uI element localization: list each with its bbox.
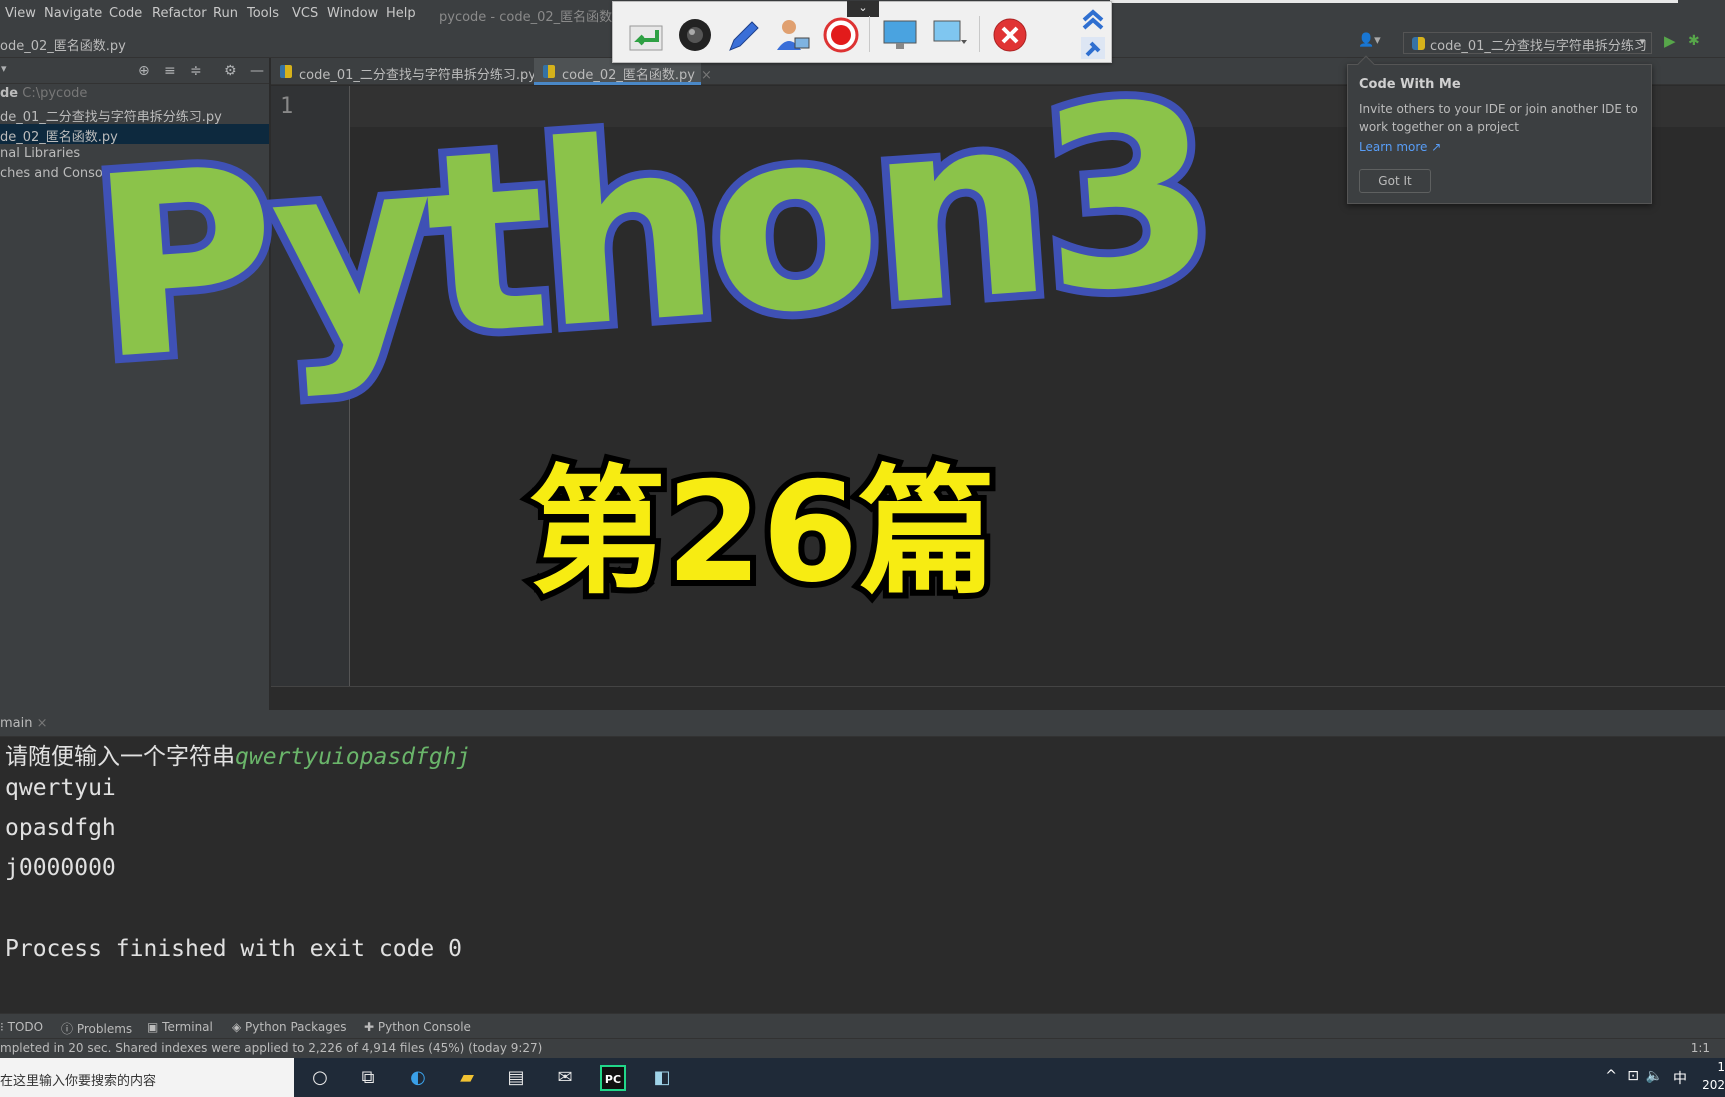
file-explorer-icon[interactable]: ▰ bbox=[454, 1065, 480, 1091]
expand-all-icon[interactable]: ≡ bbox=[164, 63, 176, 79]
tab-run-main[interactable]: main × bbox=[0, 716, 48, 731]
menu-window[interactable]: Window bbox=[327, 6, 378, 21]
debug-icon[interactable]: ✱ bbox=[1688, 33, 1700, 49]
gear-icon[interactable]: ⚙ bbox=[224, 63, 237, 79]
pycharm-icon[interactable]: PC bbox=[600, 1065, 626, 1091]
python-icon bbox=[1412, 37, 1425, 50]
tab-problems[interactable]: ⓘ Problems bbox=[61, 1020, 132, 1037]
popup-title: Code With Me bbox=[1359, 77, 1461, 92]
menu-vcs[interactable]: VCS bbox=[292, 6, 318, 21]
window-title: pycode - code_02_匿名函数.py bbox=[439, 10, 633, 25]
user-icon[interactable]: 👤▾ bbox=[1358, 33, 1386, 53]
tree-root[interactable]: de C:\pycode bbox=[0, 84, 269, 104]
clock-date[interactable]: 202 bbox=[1702, 1078, 1725, 1092]
editor-bottom-area bbox=[271, 686, 1725, 710]
console-input: qwertyuiopasdfghj bbox=[235, 744, 471, 770]
run-console[interactable]: 请随便输入一个字符串qwertyuiopasdfghj qwertyui opa… bbox=[0, 737, 1725, 1013]
caret-position[interactable]: 1:1 bbox=[1691, 1041, 1710, 1055]
tab-terminal[interactable]: ▣ Terminal bbox=[147, 1020, 213, 1034]
overlay-title: Python3 bbox=[76, 39, 1226, 423]
status-message: mpleted in 20 sec. Shared indexes were a… bbox=[0, 1041, 543, 1055]
volume-icon[interactable]: 🔈 bbox=[1646, 1068, 1663, 1084]
mail-icon[interactable]: ✉ bbox=[552, 1065, 578, 1091]
os-taskbar: 在这里输入你要搜索的内容 ○ ⧉ ◐ ▰ ▤ ✉ PC ◧ ^ ⊡ 🔈 中 1 … bbox=[0, 1058, 1725, 1097]
menu-tools[interactable]: Tools bbox=[247, 6, 279, 21]
toolbar-divider bbox=[869, 16, 870, 52]
console-exit-line: Process finished with exit code 0 bbox=[5, 936, 462, 962]
learn-more-link[interactable]: Learn more ↗ bbox=[1359, 140, 1441, 154]
toolbar-divider bbox=[979, 16, 980, 52]
menu-view[interactable]: View bbox=[5, 6, 36, 21]
pin-icon[interactable] bbox=[1079, 35, 1107, 61]
cortana-icon[interactable]: ○ bbox=[307, 1065, 333, 1091]
chevron-down-icon: ▾ bbox=[1639, 35, 1645, 48]
layers-icon: ◈ bbox=[232, 1020, 246, 1034]
collapse-all-icon[interactable]: ≑ bbox=[190, 63, 202, 79]
breadcrumb[interactable]: ode_02_匿名函数.py bbox=[0, 35, 126, 54]
network-icon[interactable]: ⊡ bbox=[1627, 1068, 1639, 1084]
project-dropdown-icon[interactable]: ▾ bbox=[1, 62, 7, 75]
console-output-line: opasdfgh bbox=[5, 815, 116, 841]
run-config-label: code_01_二分查找与字符串拆分练习 bbox=[1430, 39, 1647, 54]
chevron-down-icon[interactable]: ⌄ bbox=[847, 1, 879, 17]
record-icon[interactable] bbox=[822, 16, 860, 54]
tab-python-packages[interactable]: ◈ Python Packages bbox=[232, 1020, 346, 1034]
run-panel-tabs: main × bbox=[0, 710, 1725, 737]
tab-code-01[interactable]: code_01_二分查找与字符串拆分练习.py× bbox=[271, 58, 553, 85]
task-view-icon[interactable]: ⧉ bbox=[355, 1065, 381, 1091]
popup-body: Invite others to your IDE or join anothe… bbox=[1359, 102, 1638, 134]
store-icon[interactable]: ▤ bbox=[503, 1065, 529, 1091]
tool-window-bar: ⁝ TODO ⓘ Problems ▣ Terminal ◈ Python Pa… bbox=[0, 1013, 1725, 1038]
console-output-line: j0000000 bbox=[5, 855, 116, 881]
tree-root-path: C:\pycode bbox=[22, 86, 88, 101]
notepad-icon[interactable]: ◧ bbox=[649, 1065, 675, 1091]
close-icon[interactable] bbox=[991, 16, 1029, 54]
locate-icon[interactable]: ⊕ bbox=[138, 63, 150, 79]
title-strip bbox=[1110, 0, 1678, 3]
tab-todo[interactable]: ⁝ TODO bbox=[0, 1020, 43, 1034]
pen-icon[interactable] bbox=[724, 16, 762, 54]
chevron-up-icon[interactable]: ^ bbox=[1605, 1068, 1617, 1084]
menu-refactor[interactable]: Refactor bbox=[152, 6, 207, 21]
screen-region-icon[interactable] bbox=[931, 16, 969, 54]
rewind-icon[interactable] bbox=[627, 16, 665, 54]
status-bar: mpleted in 20 sec. Shared indexes were a… bbox=[0, 1038, 1725, 1058]
list-icon: ⁝ bbox=[0, 1020, 8, 1034]
python-file-icon bbox=[543, 65, 555, 78]
ime-indicator[interactable]: 中 bbox=[1673, 1068, 1687, 1088]
menu-help[interactable]: Help bbox=[386, 6, 416, 21]
run-config-selector[interactable]: code_01_二分查找与字符串拆分练习 ▾ bbox=[1403, 32, 1652, 54]
python-icon: ✚ bbox=[364, 1020, 378, 1034]
console-prompt-line: 请随便输入一个字符串qwertyuiopasdfghj bbox=[5, 744, 471, 770]
screen: View Navigate Code Refactor Run Tools VC… bbox=[0, 0, 1725, 1097]
webcam-user-icon[interactable] bbox=[773, 16, 811, 54]
clock-time[interactable]: 1 bbox=[1717, 1060, 1725, 1074]
hide-icon[interactable]: — bbox=[250, 63, 264, 79]
menu-run[interactable]: Run bbox=[213, 6, 238, 21]
tab-python-console[interactable]: ✚ Python Console bbox=[364, 1020, 471, 1034]
menu-navigate[interactable]: Navigate bbox=[44, 6, 102, 21]
code-with-me-popup: Code With Me Invite others to your IDE o… bbox=[1347, 55, 1652, 204]
chevron-up-icon[interactable] bbox=[1079, 6, 1107, 32]
project-toolbar: ▾ ⊕ ≡ ≑ ⚙ — bbox=[0, 58, 269, 84]
python-file-icon bbox=[280, 65, 292, 78]
monitor-icon[interactable] bbox=[881, 16, 919, 54]
menu-code[interactable]: Code bbox=[109, 6, 142, 21]
close-icon[interactable]: × bbox=[37, 716, 48, 731]
info-icon: ⓘ bbox=[61, 1022, 77, 1036]
screen-recorder-toolbar: ⌄ bbox=[612, 1, 1112, 63]
console-output-line: qwertyui bbox=[5, 775, 116, 801]
terminal-icon: ▣ bbox=[147, 1020, 163, 1034]
camera-icon[interactable] bbox=[676, 16, 714, 54]
edge-icon[interactable]: ◐ bbox=[405, 1065, 431, 1091]
run-icon[interactable]: ▶ bbox=[1664, 32, 1676, 50]
got-it-button[interactable]: Got It bbox=[1359, 169, 1431, 193]
taskbar-search-input[interactable]: 在这里输入你要搜索的内容 bbox=[0, 1058, 294, 1097]
overlay-episode: 第26篇 bbox=[522, 452, 1002, 613]
